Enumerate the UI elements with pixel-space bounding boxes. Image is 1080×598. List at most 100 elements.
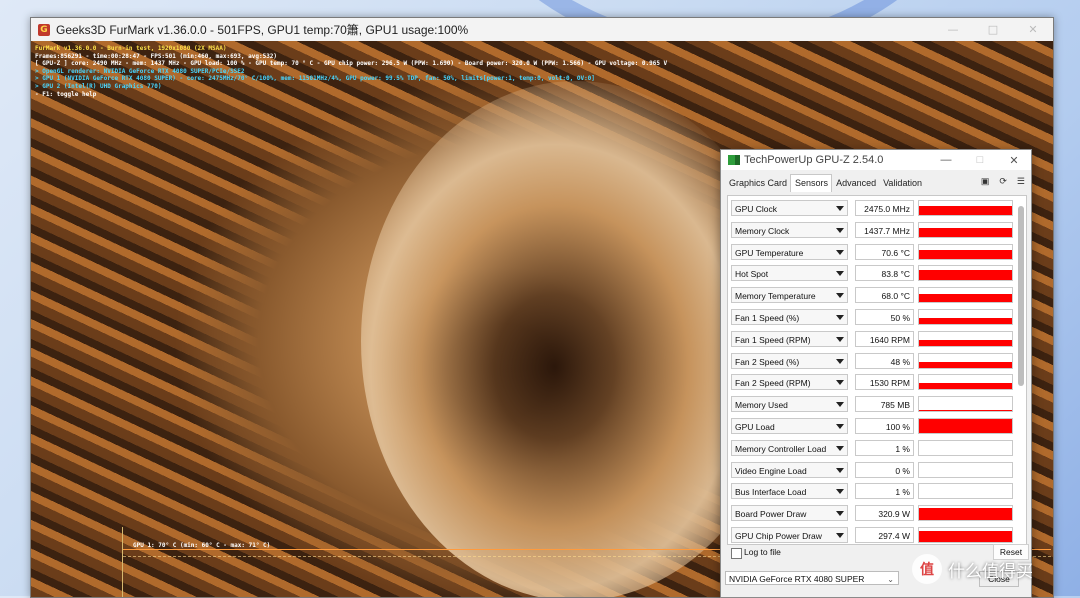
sensor-graph-fill (919, 508, 1012, 521)
sensor-name: Fan 2 Speed (RPM) (735, 378, 811, 389)
sensor-name-dropdown[interactable]: Memory Temperature (731, 287, 848, 304)
sensor-value: 83.8 °C (855, 265, 914, 282)
sensor-list: GPU Clock 2475.0 MHz Memory Clock 1437.7 MH… (727, 195, 1027, 545)
sensor-name-dropdown[interactable]: Hot Spot (731, 265, 848, 282)
sensor-value: 70.6 °C (855, 243, 914, 260)
minimize-icon[interactable]: — (933, 18, 973, 41)
sensor-graph (918, 374, 1013, 391)
maximize-icon[interactable]: □ (973, 18, 1013, 41)
dropdown-arrow-icon (836, 380, 844, 386)
sensor-name: Board Power Draw (735, 509, 807, 520)
dropdown-arrow-icon (836, 227, 844, 233)
sensor-row: Memory Used 785 MB (731, 396, 1013, 414)
sensor-row: Memory Controller Load 1 % (731, 439, 1013, 458)
sensor-name-dropdown[interactable]: Memory Used (731, 396, 848, 413)
gpuz-tab-bar: Graphics Card Sensors Advanced Validatio… (721, 170, 1031, 192)
sensor-value: 1530 RPM (855, 374, 914, 391)
refresh-icon[interactable]: ⟳ (999, 176, 1007, 187)
sensor-row: Video Engine Load 0 % (731, 461, 1013, 480)
sensor-value: 2475.0 MHz (855, 200, 914, 216)
tab-sensors[interactable]: Sensors (790, 174, 833, 192)
dropdown-arrow-icon (836, 206, 844, 211)
sensor-name-dropdown[interactable]: GPU Load (731, 418, 848, 434)
maximize-icon[interactable]: □ (963, 150, 997, 170)
sensor-row: Memory Temperature 68.0 °C (731, 287, 1013, 305)
dropdown-arrow-icon (836, 511, 844, 517)
overlay-line: > OpenGL renderer: NVIDIA GeForce RTX 40… (35, 67, 245, 75)
sensor-value: 0 % (855, 461, 914, 478)
dropdown-arrow-icon (836, 293, 844, 299)
gpu-select-dropdown[interactable]: NVIDIA GeForce RTX 4080 SUPER ⌄ (725, 571, 899, 585)
sensor-graph (918, 527, 1013, 543)
sensor-value: 100 % (855, 418, 914, 434)
sensor-name-dropdown[interactable]: Board Power Draw (731, 505, 848, 522)
sensor-name-dropdown[interactable]: Video Engine Load (731, 461, 848, 478)
sensor-name-dropdown[interactable]: GPU Temperature (731, 243, 848, 260)
sensor-name: Fan 1 Speed (RPM) (735, 334, 811, 345)
sensor-graph (918, 439, 1013, 456)
sensor-name-dropdown[interactable]: Fan 2 Speed (RPM) (731, 374, 848, 391)
furmark-titlebar[interactable]: G Geeks3D FurMark v1.36.0.0 - 501FPS, GP… (31, 18, 1053, 41)
menu-icon[interactable]: ☰ (1017, 176, 1025, 187)
dropdown-arrow-icon (836, 489, 844, 495)
sensor-graph (918, 483, 1013, 500)
log-to-file-checkbox[interactable] (731, 548, 742, 559)
tab-validation[interactable]: Validation (879, 175, 925, 192)
sensor-name-dropdown[interactable]: Memory Controller Load (731, 439, 848, 456)
sensor-graph-fill (919, 339, 1012, 346)
furmark-stats-overlay: FurMark v1.36.0.0 - Burn-in test, 1920x1… (35, 45, 667, 98)
sensor-list-scrollbar[interactable] (1018, 206, 1024, 386)
sensor-name-dropdown[interactable]: Fan 1 Speed (%) (731, 309, 848, 325)
sensor-value: 320.9 W (855, 505, 914, 522)
sensor-name: GPU Clock (735, 204, 778, 214)
sensor-graph (918, 418, 1013, 434)
chevron-down-icon: ⌄ (887, 575, 894, 584)
sensor-name: Hot Spot (735, 269, 769, 280)
sensor-name-dropdown[interactable]: Fan 1 Speed (RPM) (731, 330, 848, 347)
watermark-text: 什么值得买 (948, 561, 1033, 582)
tab-graphics-card[interactable]: Graphics Card (725, 175, 790, 192)
temperature-graph-label: GPU 1: 70° C (min: 60° C - max: 71° C) (133, 542, 271, 549)
sensor-name: Fan 2 Speed (%) (735, 356, 800, 367)
sensor-name: Memory Clock (735, 225, 790, 236)
dropdown-arrow-icon (836, 358, 844, 364)
dropdown-arrow-icon (836, 249, 844, 255)
sensor-name: Memory Controller Load (735, 443, 827, 454)
sensor-name: Bus Interface Load (735, 487, 807, 498)
sensor-name-dropdown[interactable]: Bus Interface Load (731, 483, 848, 500)
dropdown-arrow-icon (836, 467, 844, 473)
tab-advanced[interactable]: Advanced (832, 175, 879, 192)
sensor-graph-fill (919, 361, 1012, 368)
gpuz-titlebar[interactable]: TechPowerUp GPU-Z 2.54.0 — □ ✕ (721, 150, 1031, 170)
sensor-graph (918, 330, 1013, 347)
sensor-graph-fill (919, 206, 1012, 215)
sensor-graph (918, 287, 1013, 304)
sensor-graph-fill (919, 270, 1012, 281)
sensor-graph-fill (919, 294, 1012, 303)
sensor-value: 48 % (855, 352, 914, 369)
dropdown-arrow-icon (836, 336, 844, 342)
overlay-line: > GPU 1 (NVIDIA GeForce RTX 4080 SUPER) … (35, 75, 595, 83)
sensor-graph-fill (919, 410, 1012, 412)
sensor-name: GPU Temperature (735, 247, 804, 258)
sensor-name-dropdown[interactable]: Fan 2 Speed (%) (731, 352, 848, 369)
sensor-graph (918, 200, 1013, 216)
sensor-value: 1 % (855, 483, 914, 500)
sensor-graph-fill (919, 249, 1012, 259)
dropdown-arrow-icon (836, 271, 844, 277)
sensor-name-dropdown[interactable]: GPU Chip Power Draw (731, 527, 848, 543)
camera-icon[interactable]: ▣ (981, 176, 990, 187)
minimize-icon[interactable]: — (929, 150, 963, 170)
close-icon[interactable]: ✕ (1013, 18, 1053, 41)
sensor-name: Memory Used (735, 400, 788, 411)
sensor-row: GPU Clock 2475.0 MHz (731, 200, 1013, 218)
sensor-value: 297.4 W (855, 527, 914, 543)
close-icon[interactable]: ✕ (997, 150, 1031, 170)
overlay-line: [ GPU-Z ] core: 2490 MHz - mem: 1437 MHz… (35, 60, 668, 68)
dropdown-arrow-icon (836, 402, 844, 408)
dropdown-arrow-icon (836, 315, 844, 320)
sensor-name-dropdown[interactable]: Memory Clock (731, 221, 848, 238)
sensor-graph (918, 505, 1013, 522)
sensor-row: Fan 1 Speed (%) 50 % (731, 309, 1013, 327)
sensor-name-dropdown[interactable]: GPU Clock (731, 200, 848, 216)
